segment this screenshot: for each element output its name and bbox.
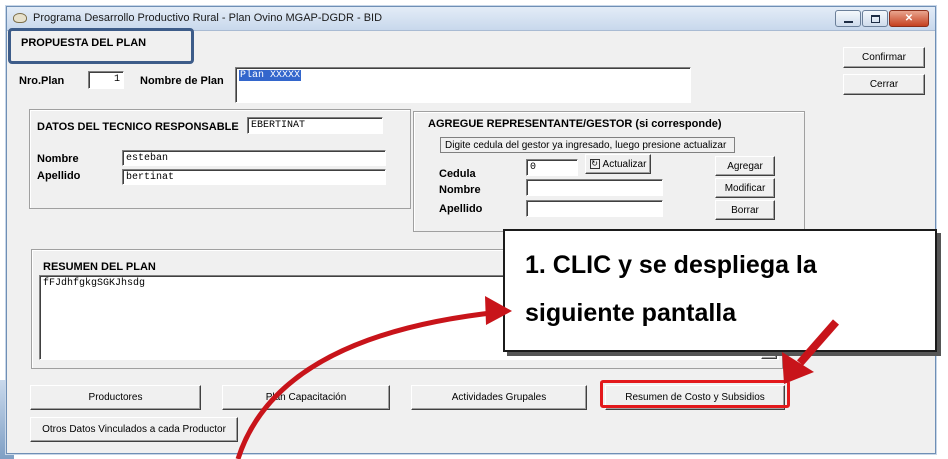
plan-name-value: Plan XXXXX [239,70,302,81]
window-controls: ✕ [835,10,929,27]
maximize-icon [870,14,880,23]
agregar-button[interactable]: Agregar [715,156,775,176]
plan-number-label: Nro.Plan [19,75,65,87]
minimize-button[interactable] [835,10,861,27]
plan-name-label: Nombre de Plan [140,75,224,87]
productores-button[interactable]: Productores [30,385,201,410]
screenshot: Programa Desarrollo Productivo Rural - P… [0,0,948,459]
cedula-label: Cedula [439,168,476,180]
plan-number-field[interactable]: 1 [88,71,124,89]
annotation-line-2: siguiente pantalla [525,299,737,327]
rep-nombre-field[interactable] [526,179,663,196]
otros-datos-button[interactable]: Otros Datos Vinculados a cada Productor [30,417,238,442]
actualizar-label: Actualizar [602,158,647,170]
tecnico-title: DATOS DEL TECNICO RESPONSABLE [37,121,239,133]
modificar-button[interactable]: Modificar [715,178,775,198]
tecnico-apellido-field[interactable]: bertinat [122,169,386,185]
plan-name-field[interactable]: Plan XXXXX [235,67,691,103]
tecnico-apellido-label: Apellido [37,170,81,182]
actualizar-button[interactable]: ↻ Actualizar [585,154,651,174]
page-title: PROPUESTA DEL PLAN [21,37,147,49]
annotation-callout: 1. CLIC y se despliega la siguiente pant… [503,229,937,352]
tecnico-user-field[interactable]: EBERTINAT [247,117,383,134]
cedula-field[interactable]: 0 [526,159,578,176]
close-button[interactable]: Cerrar [843,74,925,95]
tecnico-nombre-label: Nombre [37,153,79,165]
highlight-box [600,380,790,408]
tecnico-nombre-field[interactable]: esteban [122,150,386,166]
close-icon: ✕ [904,12,914,24]
refresh-icon: ↻ [589,159,600,169]
maximize-button[interactable] [862,10,888,27]
confirm-button[interactable]: Confirmar [843,47,925,68]
window-title: Programa Desarrollo Productivo Rural - P… [33,12,383,24]
actividades-grupales-button[interactable]: Actividades Grupales [411,385,587,410]
close-window-button[interactable]: ✕ [889,10,929,27]
plan-capacitacion-button[interactable]: Plan Capacitación [222,385,390,410]
minimize-icon [843,20,853,23]
resumen-title: RESUMEN DEL PLAN [43,261,156,273]
rep-nombre-label: Nombre [439,184,481,196]
sheep-icon [13,13,27,23]
representante-title: AGREGUE REPRESENTANTE/GESTOR (si corresp… [428,118,722,130]
borrar-button[interactable]: Borrar [715,200,775,220]
representante-hint: Digite cedula del gestor ya ingresado, l… [440,137,735,153]
annotation-line-1: 1. CLIC y se despliega la [525,251,817,279]
rep-apellido-field[interactable] [526,200,663,217]
rep-apellido-label: Apellido [439,203,483,215]
